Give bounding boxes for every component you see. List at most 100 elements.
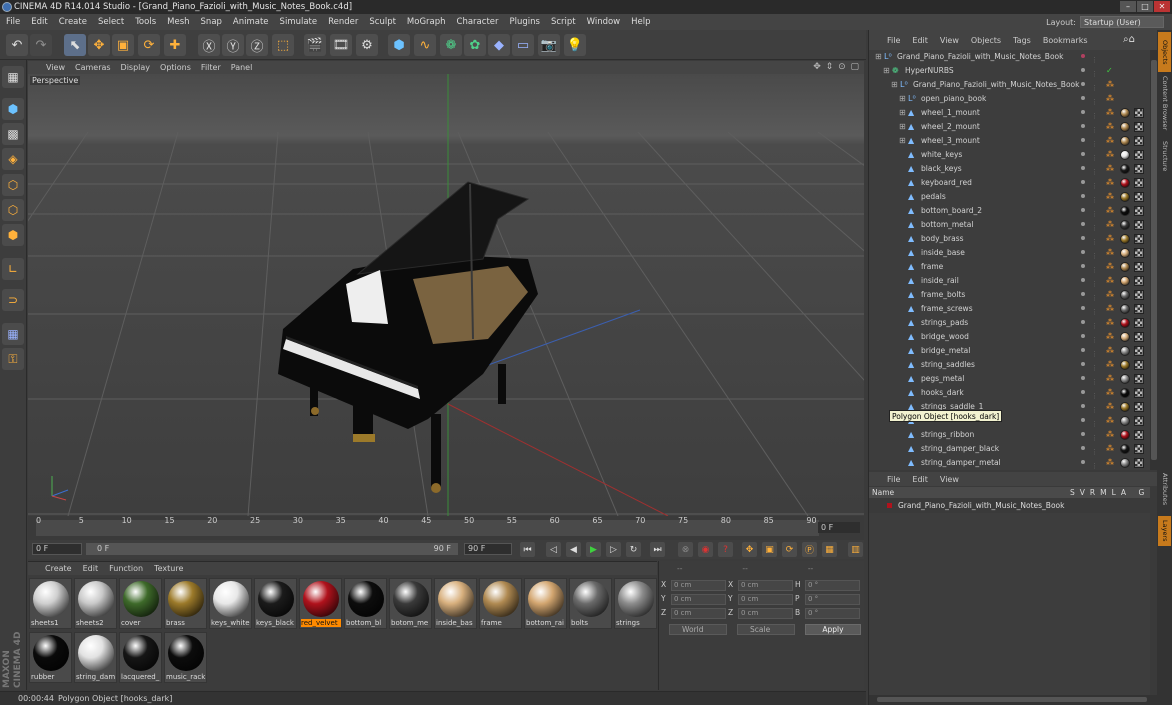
- deformer-icon[interactable]: ◆: [488, 34, 510, 56]
- play-icon[interactable]: ▶: [586, 542, 601, 557]
- obj-menu-edit[interactable]: Edit: [912, 36, 928, 45]
- expand-icon[interactable]: ⊞: [899, 95, 907, 103]
- render-picture-viewer-icon[interactable]: 🎞: [330, 34, 352, 56]
- material-swatch[interactable]: strings: [614, 578, 657, 629]
- menu-plugins[interactable]: Plugins: [510, 17, 540, 27]
- visibility-dot[interactable]: [1081, 222, 1085, 226]
- visibility-dot[interactable]: [1081, 432, 1085, 436]
- object-row[interactable]: ▲ body_brass ⋮ ⁂: [869, 232, 1150, 246]
- material-swatch[interactable]: music_rack: [164, 632, 207, 683]
- phong-tag-icon[interactable]: ⁂: [1106, 305, 1114, 313]
- obj-menu-objects[interactable]: Objects: [971, 36, 1001, 45]
- phong-tag-icon[interactable]: ⁂: [1106, 263, 1114, 271]
- visibility-dot[interactable]: [1081, 96, 1085, 100]
- viewport-menu-options[interactable]: Options: [160, 63, 191, 72]
- object-row[interactable]: ⊞ ▲ wheel_2_mount ⋮ ⁂: [869, 120, 1150, 134]
- phong-tag-icon[interactable]: ⁂: [1106, 291, 1114, 299]
- viewport-menu-filter[interactable]: Filter: [201, 63, 221, 72]
- visibility-dot[interactable]: [1081, 348, 1085, 352]
- phong-tag-icon[interactable]: ⁂: [1106, 319, 1114, 327]
- object-row[interactable]: ⊞ ❁ HyperNURBS ⋮ ✓: [869, 64, 1150, 78]
- cube-primitive-icon[interactable]: ⬢: [388, 34, 410, 56]
- material-tag-icon[interactable]: [1120, 402, 1130, 412]
- tab-attributes[interactable]: Attributes: [1158, 466, 1171, 512]
- object-name[interactable]: HyperNURBS: [905, 64, 954, 78]
- material-tag-icon[interactable]: [1120, 220, 1130, 230]
- object-name[interactable]: string_damper_black: [921, 442, 999, 456]
- material-tag-icon[interactable]: [1120, 248, 1130, 258]
- coord-size-dropdown[interactable]: Scale: [737, 624, 795, 635]
- tab-content-browser[interactable]: Content Browser: [1158, 74, 1171, 132]
- object-name[interactable]: bridge_metal: [921, 344, 970, 358]
- current-frame-field[interactable]: 0 F: [818, 522, 860, 533]
- visibility-dot[interactable]: [1081, 208, 1085, 212]
- phong-tag-icon[interactable]: ⁂: [1106, 109, 1114, 117]
- menu-mograph[interactable]: MoGraph: [407, 17, 446, 27]
- texture-tag-icon[interactable]: [1134, 360, 1144, 370]
- phong-tag-icon[interactable]: ⁂: [1106, 277, 1114, 285]
- coord-value-field[interactable]: 0 cm: [738, 580, 793, 591]
- redo-icon[interactable]: ↷: [30, 34, 52, 56]
- visibility-dot[interactable]: [1081, 320, 1085, 324]
- texture-tag-icon[interactable]: [1134, 262, 1144, 272]
- expand-icon[interactable]: ⊞: [899, 137, 907, 145]
- menu-simulate[interactable]: Simulate: [280, 17, 318, 27]
- material-swatch[interactable]: brass: [164, 578, 207, 629]
- phong-tag-icon[interactable]: ⁂: [1106, 123, 1114, 131]
- phong-tag-icon[interactable]: ⁂: [1106, 249, 1114, 257]
- y-axis-icon[interactable]: Ⓨ: [222, 34, 244, 56]
- coordinate-system-icon[interactable]: ⬚: [272, 34, 294, 56]
- texture-tag-icon[interactable]: [1134, 304, 1144, 314]
- material-swatch[interactable]: keys_white: [209, 578, 252, 629]
- object-row[interactable]: ▲ frame ⋮ ⁂: [869, 260, 1150, 274]
- texture-tag-icon[interactable]: [1134, 276, 1144, 286]
- points-mode-icon[interactable]: ⬡: [2, 174, 24, 196]
- object-row[interactable]: ▲ hooks_dark ⋮ ⁂: [869, 386, 1150, 400]
- close-button[interactable]: ✕: [1154, 1, 1170, 12]
- locked-workplane-icon[interactable]: ⚿: [2, 348, 24, 370]
- undo-icon[interactable]: ↶: [6, 34, 28, 56]
- z-axis-icon[interactable]: Ⓩ: [246, 34, 268, 56]
- object-row[interactable]: ⊞ L⁰ Grand_Piano_Fazioli_with_Music_Notes_…: [869, 50, 1150, 64]
- phong-tag-icon[interactable]: ⁂: [1106, 221, 1114, 229]
- texture-tag-icon[interactable]: [1134, 234, 1144, 244]
- texture-tag-icon[interactable]: [1134, 374, 1144, 384]
- object-row[interactable]: ▲ strings_pads ⋮ ⁂: [869, 316, 1150, 330]
- object-row[interactable]: ▲ bottom_board_2 ⋮ ⁂: [869, 204, 1150, 218]
- texture-tag-icon[interactable]: [1134, 192, 1144, 202]
- material-tag-icon[interactable]: [1120, 164, 1130, 174]
- polygons-mode-icon[interactable]: ⬢: [2, 224, 24, 246]
- object-row[interactable]: ▲ bridge_metal ⋮ ⁂: [869, 344, 1150, 358]
- phong-tag-icon[interactable]: ⁂: [1106, 431, 1114, 439]
- texture-tag-icon[interactable]: [1134, 164, 1144, 174]
- record-keys-icon[interactable]: ◉: [698, 542, 713, 557]
- phong-tag-icon[interactable]: ⁂: [1106, 347, 1114, 355]
- material-swatch[interactable]: string_dam: [74, 632, 117, 683]
- texture-tag-icon[interactable]: [1134, 346, 1144, 356]
- object-row[interactable]: ▲ keyboard_red ⋮ ⁂: [869, 176, 1150, 190]
- object-name[interactable]: Grand_Piano_Fazioli_with_Music_Notes_Boo…: [897, 50, 1063, 64]
- layout-dropdown[interactable]: Startup (User): [1080, 16, 1164, 28]
- phong-tag-icon[interactable]: ⁂: [1106, 389, 1114, 397]
- object-name[interactable]: pedals: [921, 190, 946, 204]
- texture-tag-icon[interactable]: [1134, 458, 1144, 468]
- menu-window[interactable]: Window: [587, 17, 621, 27]
- layer-row[interactable]: Grand_Piano_Fazioli_with_Music_Notes_Boo…: [869, 499, 1150, 512]
- material-tag-icon[interactable]: [1120, 290, 1130, 300]
- end-frame-field[interactable]: 90 F: [464, 543, 512, 555]
- texture-tag-icon[interactable]: [1134, 416, 1144, 426]
- material-tag-icon[interactable]: [1120, 430, 1130, 440]
- coord-value-field[interactable]: 0 °: [805, 580, 860, 591]
- object-row[interactable]: ▲ pegs_metal ⋮ ⁂: [869, 372, 1150, 386]
- object-name[interactable]: wheel_3_mount: [921, 134, 980, 148]
- tab-objects[interactable]: Objects: [1158, 32, 1171, 72]
- material-tag-icon[interactable]: [1120, 206, 1130, 216]
- visibility-dot[interactable]: [1081, 250, 1085, 254]
- material-menu-texture[interactable]: Texture: [154, 564, 183, 573]
- loop-icon[interactable]: ↻: [626, 542, 641, 557]
- array-icon[interactable]: ✿: [464, 34, 486, 56]
- material-swatch[interactable]: cover: [119, 578, 162, 629]
- material-tag-icon[interactable]: [1120, 360, 1130, 370]
- menu-render[interactable]: Render: [328, 17, 358, 27]
- phong-tag-icon[interactable]: ⁂: [1106, 207, 1114, 215]
